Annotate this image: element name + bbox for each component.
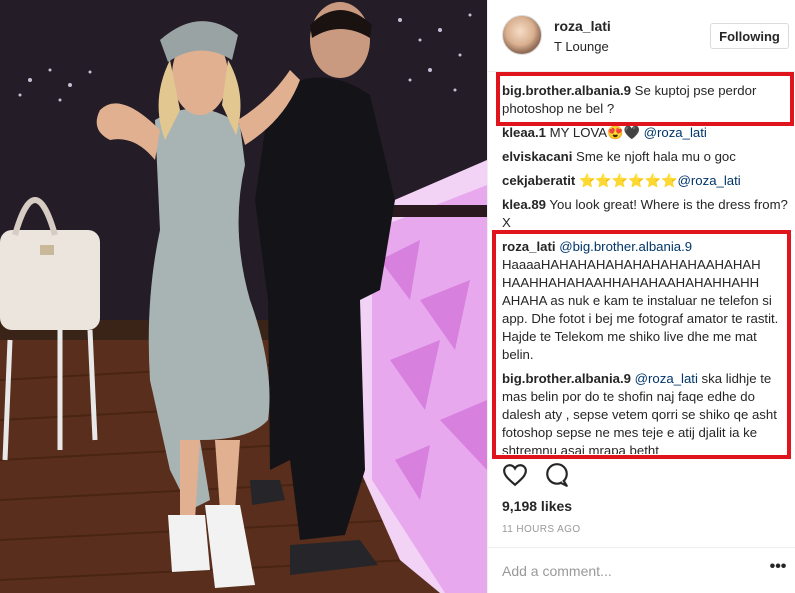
avatar[interactable] bbox=[502, 15, 542, 55]
post-username[interactable]: roza_lati bbox=[554, 18, 611, 34]
comments-list[interactable]: big.brother.albania.9 Se kuptoj pse perd… bbox=[502, 82, 792, 454]
comment-text: Sme ke njoft hala mu o goc bbox=[572, 149, 736, 164]
comment-mention[interactable]: @roza_lati bbox=[678, 173, 741, 188]
comment-item: kleaa.1 MY LOVA😍🖤 @roza_lati bbox=[502, 124, 792, 142]
post-location[interactable]: T Lounge bbox=[554, 39, 609, 54]
comment-username[interactable]: kleaa.1 bbox=[502, 125, 546, 140]
post-timestamp: 11 HOURS AGO bbox=[502, 524, 581, 535]
post-header: roza_lati T Lounge Following bbox=[488, 0, 795, 72]
add-comment-input[interactable] bbox=[502, 560, 752, 582]
comment-mention[interactable]: @roza_lati bbox=[635, 371, 698, 386]
comment-item: big.brother.albania.9 @roza_lati ska lid… bbox=[502, 370, 792, 454]
comment-text: HaaaaHAHAHAHAHAHAHAHAHAAHAHAH HAAHHAHAHA… bbox=[502, 257, 779, 362]
post-photo bbox=[0, 0, 487, 593]
post-actions bbox=[502, 462, 622, 492]
comment-username[interactable]: elviskacani bbox=[502, 149, 572, 164]
comment-item: big.brother.albania.9 Se kuptoj pse perd… bbox=[502, 82, 792, 118]
comment-item: cekjaberatit ⭐⭐⭐⭐⭐⭐@roza_lati bbox=[502, 172, 792, 190]
following-button[interactable]: Following bbox=[710, 23, 789, 49]
photo-illustration bbox=[0, 0, 487, 593]
post-detail-panel: roza_lati T Lounge Following big.brother… bbox=[487, 0, 795, 593]
comment-username[interactable]: klea.89 bbox=[502, 197, 546, 212]
comment-username[interactable]: big.brother.albania.9 bbox=[502, 83, 631, 98]
comment-item: elviskacani Sme ke njoft hala mu o goc bbox=[502, 148, 792, 166]
comment-username[interactable]: roza_lati bbox=[502, 239, 556, 254]
heart-icon[interactable] bbox=[502, 462, 528, 488]
comment-item: klea.89 You look great! Where is the dre… bbox=[502, 196, 792, 232]
likes-count[interactable]: 9,198 likes bbox=[502, 498, 572, 514]
comment-item: roza_lati @big.brother.albania.9 HaaaaHAH… bbox=[502, 238, 792, 364]
comment-text: MY LOVA😍🖤 bbox=[546, 125, 644, 140]
comment-text: ⭐⭐⭐⭐⭐⭐ bbox=[575, 173, 678, 188]
comment-mention[interactable]: @roza_lati bbox=[644, 125, 707, 140]
comment-mention[interactable]: @big.brother.albania.9 bbox=[559, 239, 692, 254]
comment-username[interactable]: big.brother.albania.9 bbox=[502, 371, 631, 386]
comment-icon[interactable] bbox=[544, 462, 570, 488]
more-options-icon[interactable]: ••• bbox=[768, 559, 788, 580]
add-comment-row: ••• bbox=[488, 547, 795, 593]
comment-username[interactable]: cekjaberatit bbox=[502, 173, 575, 188]
